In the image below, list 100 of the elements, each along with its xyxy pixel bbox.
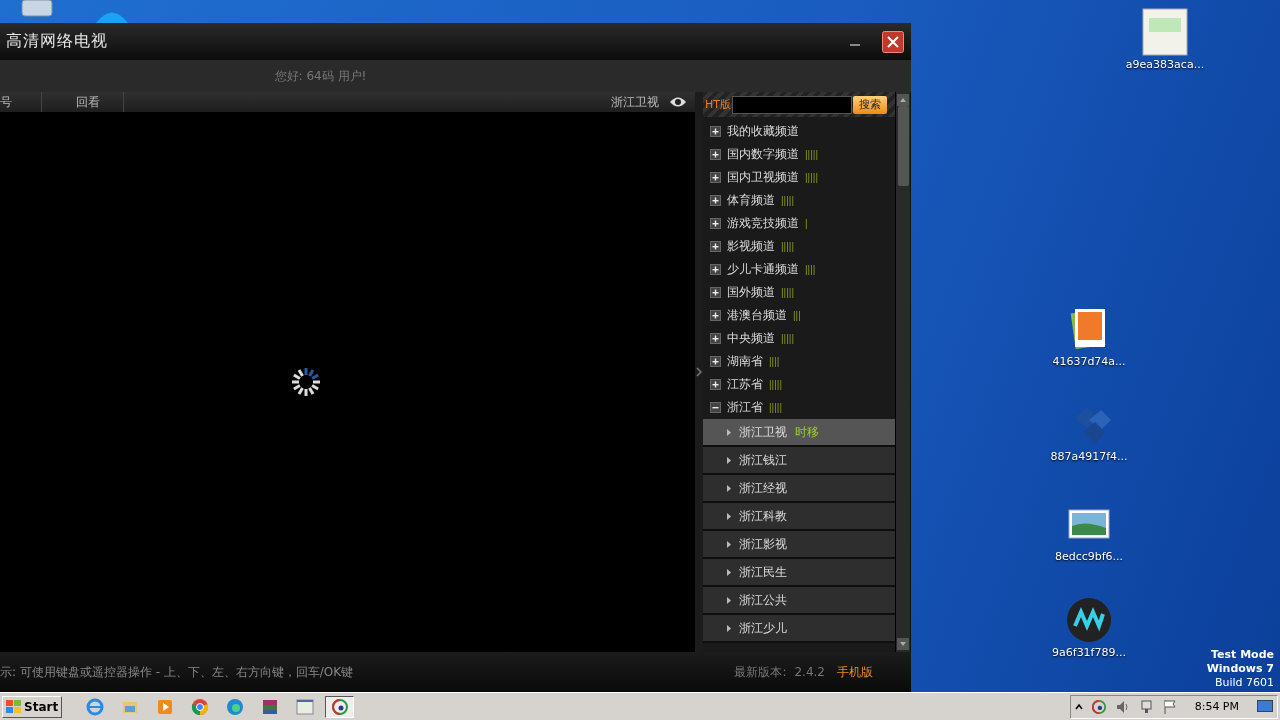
channel-item[interactable]: 浙江科教 <box>703 503 895 531</box>
triangle-right-icon <box>727 568 731 576</box>
file-name: 41637d74a... <box>1052 355 1126 368</box>
signal-bars: ||||| <box>769 379 782 390</box>
expand-icon[interactable] <box>710 356 721 367</box>
expand-icon[interactable] <box>710 241 721 252</box>
signal-bars: ||||| <box>781 241 794 252</box>
expand-icon[interactable] <box>710 333 721 344</box>
version-number: 2.4.2 <box>794 665 825 679</box>
windows-logo-icon <box>6 699 22 714</box>
window-title: 高清网络电视 <box>6 31 108 52</box>
archive-icon <box>260 697 279 716</box>
os-watermark-text: Test Mode <box>1211 648 1274 662</box>
expand-icon[interactable] <box>710 379 721 390</box>
file-name: 9a6f31f789... <box>1052 646 1126 659</box>
channel-name: 浙江少儿 <box>739 619 787 637</box>
os-watermark-text: Build 7601 <box>1214 676 1274 690</box>
signal-bars: ||||| <box>805 172 818 183</box>
triangle-right-icon <box>727 540 731 548</box>
signal-bars: ||||| <box>781 333 794 344</box>
expand-icon[interactable] <box>710 172 721 183</box>
channel-group[interactable]: 中央频道 <box>727 330 775 347</box>
triangle-right-icon <box>727 484 731 492</box>
taskbar-button[interactable] <box>325 695 355 718</box>
channel-item[interactable]: 浙江民生 <box>703 559 895 587</box>
channel-group[interactable]: 港澳台频道 <box>727 307 787 324</box>
file-name: a9ea383aca... <box>1125 58 1205 71</box>
channel-item[interactable]: 浙江公共 <box>703 587 895 615</box>
edge-icon <box>225 697 244 716</box>
signal-bars: ||| <box>793 310 801 321</box>
chevron-right-icon[interactable] <box>696 367 702 377</box>
expand-icon[interactable] <box>710 287 721 298</box>
file-name: 8edcc9bf6... <box>1054 550 1124 563</box>
scroll-down-icon[interactable] <box>897 638 909 650</box>
channel-item[interactable]: 浙江影视 <box>703 531 895 559</box>
scrollbar[interactable] <box>896 92 910 652</box>
signal-bars: ||||| <box>769 402 782 413</box>
channel-group[interactable]: 国外频道 <box>727 284 775 301</box>
triangle-right-icon <box>727 624 731 632</box>
version-label: 最新版本: <box>734 663 787 681</box>
channel-group[interactable]: 少儿卡通频道 <box>727 261 799 278</box>
start-button[interactable]: Start <box>2 695 63 718</box>
chevron-up-icon[interactable] <box>1074 702 1083 711</box>
file-name: 887a4917f4... <box>1050 450 1128 463</box>
channel-item[interactable]: 浙江经视 <box>703 475 895 503</box>
expand-icon[interactable] <box>710 218 721 229</box>
ie-icon <box>85 697 104 716</box>
eye-icon[interactable] <box>669 96 687 108</box>
channel-name: 浙江影视 <box>739 535 787 553</box>
signal-bars: |||| <box>769 356 780 367</box>
channel-group[interactable]: 影视频道 <box>727 238 775 255</box>
search-button[interactable]: 搜索 <box>853 95 887 114</box>
channel-name: 浙江科教 <box>739 507 787 525</box>
channel-group[interactable]: 我的收藏频道 <box>727 123 799 140</box>
expand-icon[interactable] <box>710 126 721 137</box>
channel-group[interactable]: 国内卫视频道 <box>727 169 799 186</box>
scroll-thumb[interactable] <box>897 106 909 186</box>
network-icon[interactable] <box>1138 698 1155 715</box>
greeting-text: 您好: 64码 用户! <box>274 67 367 85</box>
search-field[interactable] <box>732 95 852 114</box>
signal-bars: ||||| <box>805 149 818 160</box>
brand-label: HT版 <box>705 97 731 112</box>
channel-item[interactable]: 浙江少儿 <box>703 615 895 643</box>
expand-icon[interactable] <box>710 264 721 275</box>
clock[interactable]: 8:54 PM <box>1194 700 1239 713</box>
triangle-right-icon <box>727 428 731 436</box>
flag-icon[interactable] <box>1162 698 1177 715</box>
triangle-right-icon <box>727 456 731 464</box>
channel-name: 浙江公共 <box>739 591 787 609</box>
expand-icon[interactable] <box>710 149 721 160</box>
show-desktop-icon[interactable] <box>1257 699 1273 714</box>
collapse-icon[interactable] <box>710 402 721 413</box>
channel-item[interactable]: 浙江钱江 <box>703 447 895 475</box>
expand-icon[interactable] <box>710 195 721 206</box>
scroll-up-icon[interactable] <box>897 94 909 106</box>
document-icon[interactable] <box>1141 8 1189 56</box>
channel-group[interactable]: 江苏省 <box>727 376 763 393</box>
close-button[interactable] <box>882 30 904 53</box>
tv-app-icon <box>330 697 349 716</box>
triangle-right-icon <box>727 596 731 604</box>
tv-app-icon[interactable] <box>1090 698 1107 715</box>
channel-group[interactable]: 湖南省 <box>727 353 763 370</box>
channel-name: 浙江卫视 <box>739 423 787 441</box>
channel-group[interactable]: 国内数字频道 <box>727 146 799 163</box>
audio-icon[interactable] <box>1065 596 1113 644</box>
channel-name: 浙江经视 <box>739 479 787 497</box>
signal-bars: ||||| <box>781 287 794 298</box>
chrome-icon <box>190 697 209 716</box>
signal-bars: |||| <box>805 264 816 275</box>
mobile-version-link[interactable]: 手机版 <box>837 663 873 681</box>
channel-group[interactable]: 浙江省 <box>727 399 763 416</box>
window-icon <box>295 697 314 716</box>
channel-group[interactable]: 游戏竞技频道 <box>727 215 799 232</box>
os-watermark-text: Windows 7 <box>1206 662 1274 676</box>
channel-name: 浙江民生 <box>739 563 787 581</box>
signal-bars: ||||| <box>781 195 794 206</box>
channel-group[interactable]: 体育频道 <box>727 192 775 209</box>
expand-icon[interactable] <box>710 310 721 321</box>
media-player-icon <box>155 697 174 716</box>
channel-item[interactable]: 浙江卫视 时移 <box>703 419 895 447</box>
